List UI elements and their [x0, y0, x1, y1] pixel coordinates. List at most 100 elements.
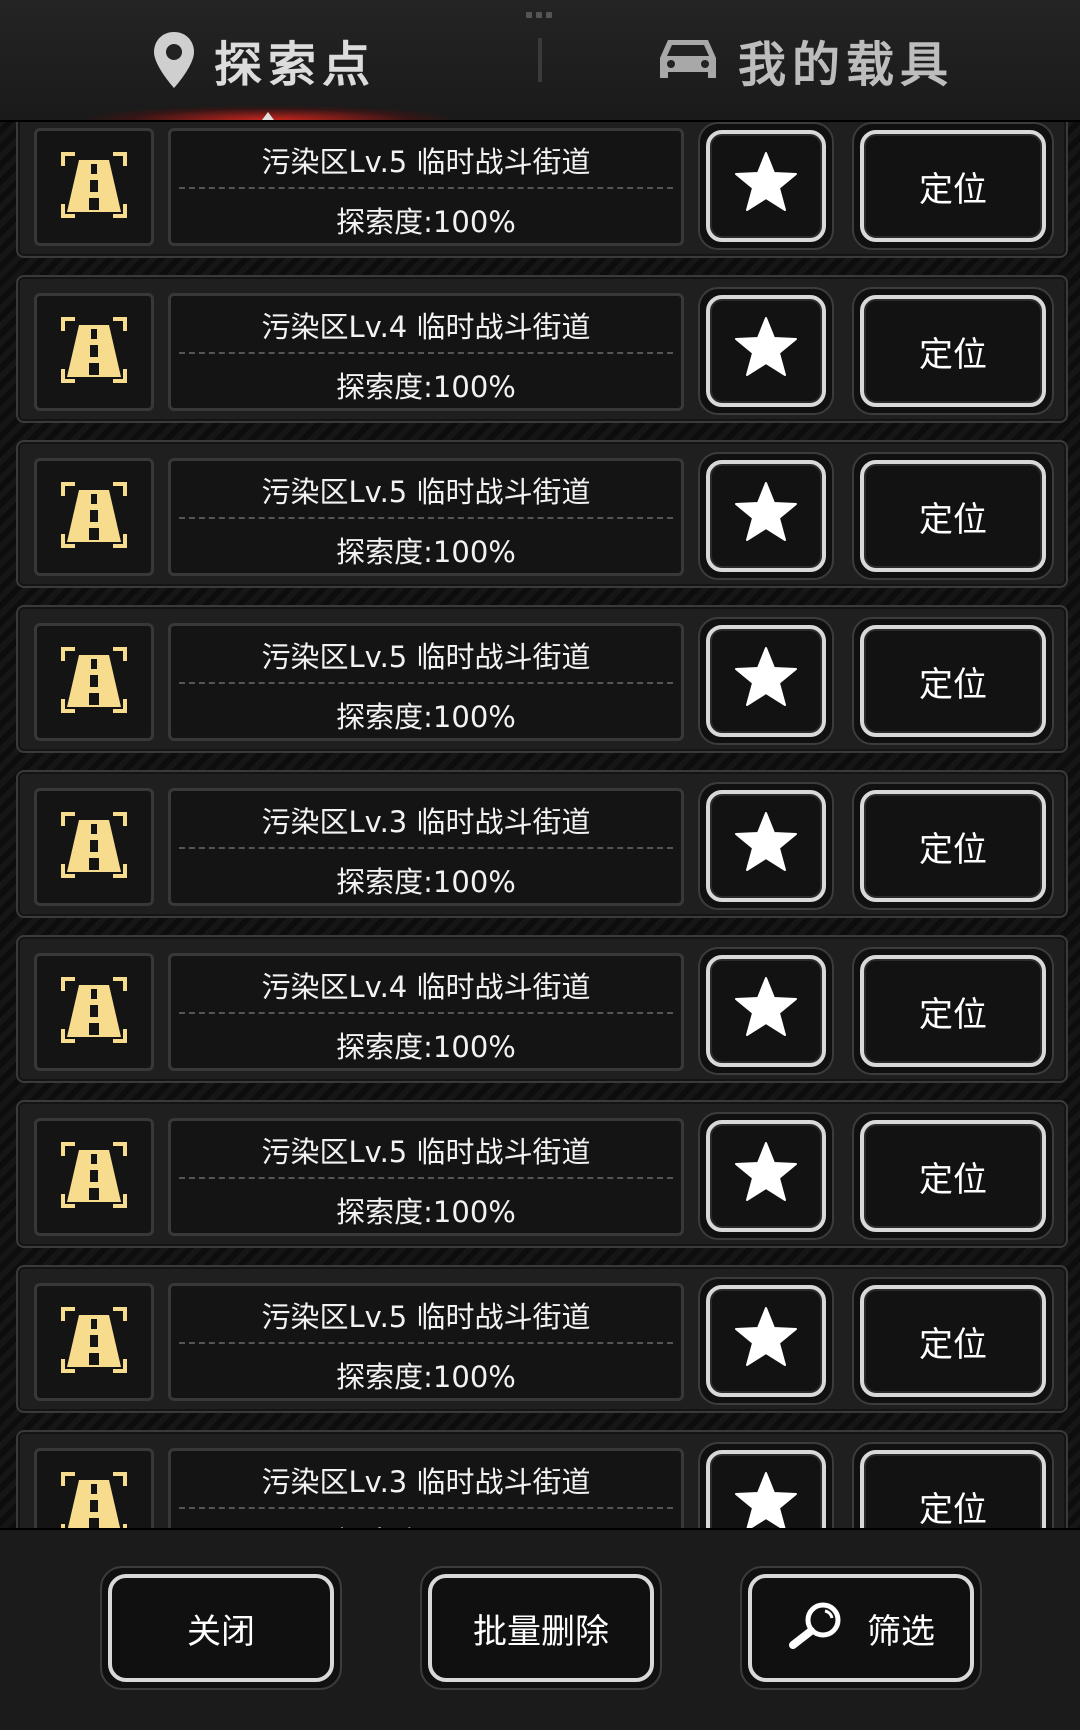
road-icon [59, 1470, 129, 1528]
info-divider [179, 1177, 673, 1179]
favorite-button[interactable] [698, 122, 834, 250]
tab-explore-points[interactable]: 探索点 [152, 0, 376, 120]
zone-info: 污染区Lv.5 临时战斗街道 探索度:100% [168, 1118, 684, 1236]
active-tab-caret [262, 112, 274, 120]
exploration-progress: 探索度:100% [171, 1519, 681, 1528]
favorite-button[interactable] [698, 287, 834, 415]
locate-label: 定位 [860, 790, 1046, 902]
zone-title: 污染区Lv.5 临时战斗街道 [261, 640, 591, 674]
zone-title: 污染区Lv.5 临时战斗街道 [261, 145, 591, 179]
exploration-progress: 探索度:100% [336, 1360, 516, 1394]
tab-explore-label: 探索点 [214, 37, 377, 93]
locate-button[interactable]: 定位 [852, 617, 1054, 745]
star-icon [734, 316, 798, 387]
explore-point-row: 污染区Lv.3 临时战斗街道 探索度:100% 定位 [16, 1430, 1068, 1528]
locate-button[interactable]: 定位 [852, 122, 1054, 250]
locate-button[interactable]: 定位 [852, 1112, 1054, 1240]
zone-icon-frame [34, 293, 154, 411]
tab-my-vehicles[interactable]: 我的载具 [656, 0, 954, 120]
locate-button[interactable]: 定位 [852, 1442, 1054, 1528]
batch-delete-button[interactable]: 批量删除 [420, 1566, 662, 1690]
favorite-button[interactable] [698, 947, 834, 1075]
explore-point-row: 污染区Lv.5 临时战斗街道 探索度:100% 定位 [16, 122, 1068, 258]
close-button[interactable]: 关闭 [100, 1566, 342, 1690]
zone-info: 污染区Lv.4 临时战斗街道 探索度:100% [168, 293, 684, 411]
road-icon [59, 975, 129, 1049]
zone-info: 污染区Lv.3 临时战斗街道 探索度:100% [168, 1448, 684, 1528]
info-divider [179, 1012, 673, 1014]
favorite-button[interactable] [698, 1442, 834, 1528]
filter-button[interactable]: 筛选 [740, 1566, 982, 1690]
drag-handle[interactable] [526, 12, 556, 20]
zone-title: 污染区Lv.5 临时战斗街道 [261, 475, 591, 509]
info-divider [179, 187, 673, 189]
favorite-button[interactable] [698, 452, 834, 580]
locate-button[interactable]: 定位 [852, 947, 1054, 1075]
road-icon [59, 1305, 129, 1379]
explore-point-list[interactable]: 污染区Lv.5 临时战斗街道 探索度:100% 定位 污染区Lv.4 临时战斗街… [0, 122, 1080, 1528]
star-icon [734, 976, 798, 1047]
locate-label: 定位 [860, 955, 1046, 1067]
favorite-button[interactable] [698, 1277, 834, 1405]
zone-info: 污染区Lv.4 临时战斗街道 探索度:100% [168, 953, 684, 1071]
star-icon [734, 1141, 798, 1212]
zone-info: 污染区Lv.5 临时战斗街道 探索度:100% [168, 458, 684, 576]
info-divider [179, 682, 673, 684]
zone-icon-frame [34, 623, 154, 741]
exploration-progress: 探索度:100% [336, 535, 516, 569]
zone-icon-frame [34, 458, 154, 576]
road-icon [59, 1140, 129, 1214]
location-pin-icon [152, 30, 196, 90]
explore-point-row: 污染区Lv.5 临时战斗街道 探索度:100% 定位 [16, 1100, 1068, 1248]
road-icon [59, 480, 129, 554]
locate-label: 定位 [860, 1450, 1046, 1528]
exploration-progress: 探索度:100% [336, 865, 516, 899]
exploration-progress: 探索度:100% [336, 370, 516, 404]
star-icon [734, 1306, 798, 1377]
zone-title: 污染区Lv.3 临时战斗街道 [261, 805, 591, 839]
explore-point-row: 污染区Lv.4 临时战斗街道 探索度:100% 定位 [16, 935, 1068, 1083]
info-divider [179, 847, 673, 849]
zone-title: 污染区Lv.4 临时战斗街道 [261, 310, 591, 344]
zone-icon-frame [34, 128, 154, 246]
locate-button[interactable]: 定位 [852, 452, 1054, 580]
tab-divider [538, 38, 542, 82]
road-icon [59, 645, 129, 719]
zone-title: 污染区Lv.5 临时战斗街道 [261, 1135, 591, 1169]
tab-vehicle-label: 我的载具 [738, 37, 955, 93]
star-icon [734, 1471, 798, 1528]
filter-label: 筛选 [867, 1611, 935, 1652]
favorite-button[interactable] [698, 782, 834, 910]
locate-button[interactable]: 定位 [852, 1277, 1054, 1405]
batch-delete-label: 批量删除 [473, 1611, 609, 1652]
road-icon [59, 150, 129, 224]
zone-info: 污染区Lv.5 临时战斗街道 探索度:100% [168, 623, 684, 741]
star-icon [734, 811, 798, 882]
locate-label: 定位 [860, 130, 1046, 242]
favorite-button[interactable] [698, 617, 834, 745]
zone-info: 污染区Lv.3 临时战斗街道 探索度:100% [168, 788, 684, 906]
locate-label: 定位 [860, 460, 1046, 572]
locate-button[interactable]: 定位 [852, 782, 1054, 910]
zone-info: 污染区Lv.5 临时战斗街道 探索度:100% [168, 1283, 684, 1401]
locate-label: 定位 [860, 295, 1046, 407]
info-divider [179, 1342, 673, 1344]
explore-point-row: 污染区Lv.3 临时战斗街道 探索度:100% 定位 [16, 770, 1068, 918]
star-icon [734, 151, 798, 222]
road-icon [59, 315, 129, 389]
road-icon [59, 810, 129, 884]
locate-label: 定位 [860, 1285, 1046, 1397]
zone-icon-frame [34, 1448, 154, 1528]
explore-point-row: 污染区Lv.4 临时战斗街道 探索度:100% 定位 [16, 275, 1068, 423]
explore-point-row: 污染区Lv.5 临时战斗街道 探索度:100% 定位 [16, 440, 1068, 588]
zone-icon-frame [34, 953, 154, 1071]
exploration-progress: 探索度:100% [336, 700, 516, 734]
locate-label: 定位 [860, 1120, 1046, 1232]
zone-title: 污染区Lv.3 临时战斗街道 [261, 1465, 591, 1499]
explore-point-row: 污染区Lv.5 临时战斗街道 探索度:100% 定位 [16, 605, 1068, 753]
magnifier-icon [787, 1599, 847, 1658]
locate-button[interactable]: 定位 [852, 287, 1054, 415]
zone-title: 污染区Lv.5 临时战斗街道 [261, 1300, 591, 1334]
zone-icon-frame [34, 1118, 154, 1236]
favorite-button[interactable] [698, 1112, 834, 1240]
